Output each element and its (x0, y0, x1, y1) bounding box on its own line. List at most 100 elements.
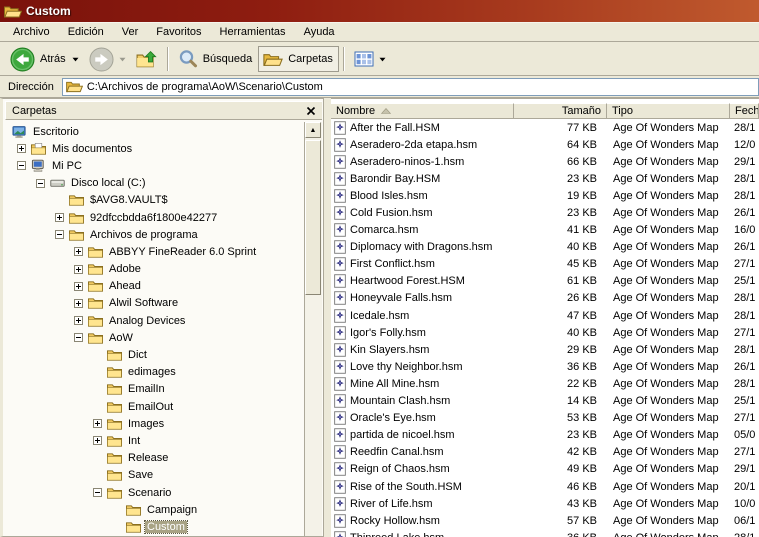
computer-icon (31, 159, 50, 173)
tree-item-images[interactable]: Images (6, 415, 303, 432)
expander-plus-icon[interactable] (69, 316, 88, 326)
tree-item-emailout[interactable]: EmailOut (6, 398, 303, 415)
expander-plus-icon[interactable] (69, 298, 88, 308)
file-row-after-the-fall-hsm[interactable]: After the Fall.HSM 77 KB Age Of Wonders Ma… (331, 119, 759, 136)
file-row-partida-de-nicoel-hsm[interactable]: partida de nicoel.hsm 23 KB Age Of Wonders… (331, 427, 759, 444)
tree-item-ahead[interactable]: Ahead (6, 278, 303, 295)
expander-minus-icon[interactable] (88, 488, 107, 498)
tree-item-adobe[interactable]: Adobe (6, 261, 303, 278)
tree-item-alwil-software[interactable]: Alwil Software (6, 295, 303, 312)
folder-icon (88, 296, 107, 310)
file-row-oracle-s-eye-hsm[interactable]: Oracle's Eye.hsm 53 KB Age Of Wonders Map 2… (331, 410, 759, 427)
tree-item-partial[interactable] (6, 536, 303, 537)
file-row-barondir-bay-hsm[interactable]: Barondir Bay.HSM 23 KB Age Of Wonders Map 2… (331, 170, 759, 187)
file-row-blood-isles-hsm[interactable]: Blood Isles.hsm 19 KB Age Of Wonders Map 28… (331, 187, 759, 204)
file-type: Age Of Wonders Map (613, 258, 719, 271)
address-input[interactable]: C:\Archivos de programa\AoW\Scenario\Cus… (61, 77, 759, 96)
file-row-heartwood-forest-hsm[interactable]: Heartwood Forest.HSM 61 KB Age Of Wonders … (331, 273, 759, 290)
expander-plus-icon[interactable] (12, 144, 31, 154)
expander-minus-icon[interactable] (50, 230, 69, 240)
tree-item-custom[interactable]: Custom (6, 518, 303, 535)
tree-item-edimages[interactable]: edimages (6, 364, 303, 381)
expander-plus-icon[interactable] (88, 436, 107, 446)
menu-item-edicion[interactable]: Edición (59, 23, 113, 41)
back-button[interactable]: Atrás (5, 46, 84, 72)
column-header-nombre[interactable]: Nombre (331, 103, 514, 119)
menu-item-ayuda[interactable]: Ayuda (295, 23, 344, 41)
tree-item-int[interactable]: Int (6, 432, 303, 449)
file-row-rocky-hollow-hsm[interactable]: Rocky Hollow.hsm 57 KB Age Of Wonders Map 0… (331, 512, 759, 529)
tree-item-abbyy-finereader-6-0-sprint[interactable]: ABBYY FineReader 6.0 Sprint (6, 243, 303, 260)
file-row-aseradero-ninos-1-hsm[interactable]: Aseradero-ninos-1.hsm 66 KB Age Of Wonders… (331, 153, 759, 170)
file-type: Age Of Wonders Map (613, 360, 719, 373)
search-button[interactable]: Búsqueda (173, 46, 259, 72)
tree-scrollbar[interactable]: ▲ (304, 122, 322, 536)
file-row-aseradero-2da-etapa-hsm[interactable]: Aseradero-2da etapa.hsm 64 KB Age Of Wonde… (331, 136, 759, 153)
expander-plus-icon[interactable] (88, 419, 107, 429)
forward-button[interactable] (84, 46, 131, 72)
expander-plus-icon[interactable] (69, 281, 88, 291)
tree-item-analog-devices[interactable]: Analog Devices (6, 312, 303, 329)
file-row-icedale-hsm[interactable]: Icedale.hsm 47 KB Age Of Wonders Map 28/1 (331, 307, 759, 324)
tree-item-save[interactable]: Save (6, 467, 303, 484)
tree-item--avg8-vault-[interactable]: $AVG8.VAULT$ (6, 192, 303, 209)
file-size: 23 KB (567, 429, 597, 442)
tree-item-mi-pc[interactable]: Mi PC (6, 157, 303, 174)
close-icon[interactable] (306, 106, 316, 116)
file-row-river-of-life-hsm[interactable]: River of Life.hsm 43 KB Age Of Wonders Map… (331, 495, 759, 512)
tree-item-aow[interactable]: AoW (6, 329, 303, 346)
folder-tree: Escritorio Mis documentos Mi PC Disco local… (6, 123, 303, 536)
scroll-up-button[interactable]: ▲ (305, 122, 321, 138)
expander-minus-icon[interactable] (69, 333, 88, 343)
folder-icon (69, 228, 88, 242)
file-row-reign-of-chaos-hsm[interactable]: Reign of Chaos.hsm 49 KB Age Of Wonders Ma… (331, 461, 759, 478)
scrollbar-thumb[interactable] (305, 140, 321, 295)
tree-item-mis-documentos[interactable]: Mis documentos (6, 140, 303, 157)
file-row-thinreed-lake-hsm[interactable]: Thinreed Lake.hsm 36 KBAge Of Wonders Map… (331, 529, 759, 537)
views-button[interactable] (349, 46, 391, 72)
expander-minus-icon[interactable] (31, 178, 50, 188)
tree-item-archivos-de-programa[interactable]: Archivos de programa (6, 226, 303, 243)
file-row-first-conflict-hsm[interactable]: First Conflict.hsm 45 KB Age Of Wonders Ma… (331, 256, 759, 273)
tree-item-92dfccbdda6f1800e42277[interactable]: 92dfccbdda6f1800e42277 (6, 209, 303, 226)
file-row-rise-of-the-south-hsm[interactable]: Rise of the South.HSM 46 KB Age Of Wonders… (331, 478, 759, 495)
file-row-cold-fusion-hsm[interactable]: Cold Fusion.hsm 23 KB Age Of Wonders Map 26… (331, 204, 759, 221)
file-row-reedfin-canal-hsm[interactable]: Reedfin Canal.hsm 42 KB Age Of Wonders Map… (331, 444, 759, 461)
tree-item-campaign[interactable]: Campaign (6, 501, 303, 518)
menu-item-favoritos[interactable]: Favoritos (147, 23, 210, 41)
file-row-honeyvale-falls-hsm[interactable]: Honeyvale Falls.hsm 26 KB Age Of Wonders M… (331, 290, 759, 307)
file-row-igor-s-folly-hsm[interactable]: Igor's Folly.hsm 40 KB Age Of Wonders Map 2… (331, 324, 759, 341)
file-row-diplomacy-with-dragons-hsm[interactable]: Diplomacy with Dragons.hsm 40 KB Age Of Wo… (331, 239, 759, 256)
expander-plus-icon[interactable] (69, 264, 88, 274)
map-file-icon (334, 240, 346, 254)
file-row-love-thy-neighbor-hsm[interactable]: Love thy Neighbor.hsm 36 KB Age Of Wonders… (331, 358, 759, 375)
chevron-down-icon[interactable] (379, 57, 386, 62)
tree-item-disco-local-c-[interactable]: Disco local (C:) (6, 175, 303, 192)
menu-item-archivo[interactable]: Archivo (4, 23, 59, 41)
menu-item-herramientas[interactable]: Herramientas (211, 23, 295, 41)
tree-item-escritorio[interactable]: Escritorio (6, 123, 303, 140)
up-button[interactable] (131, 46, 163, 72)
menu-item-ver[interactable]: Ver (113, 23, 148, 41)
expander-plus-icon[interactable] (50, 213, 69, 223)
tree-item-scenario[interactable]: Scenario (6, 484, 303, 501)
folders-button[interactable]: Carpetas (258, 46, 339, 72)
expander-plus-icon[interactable] (69, 247, 88, 257)
column-header-fech[interactable]: Fech (730, 103, 759, 119)
column-header-tipo[interactable]: Tipo (607, 103, 730, 119)
chevron-down-icon[interactable] (72, 57, 79, 62)
file-date: 25/1 (734, 395, 756, 408)
pane-splitter[interactable] (324, 98, 331, 537)
file-row-mountain-clash-hsm[interactable]: Mountain Clash.hsm 14 KB Age Of Wonders Ma… (331, 393, 759, 410)
tree-item-release[interactable]: Release (6, 450, 303, 467)
file-row-kin-slayers-hsm[interactable]: Kin Slayers.hsm 29 KB Age Of Wonders Map 28… (331, 341, 759, 358)
file-row-mine-all-mine-hsm[interactable]: Mine All Mine.hsm 22 KB Age Of Wonders Map… (331, 375, 759, 392)
column-header-tamaño[interactable]: Tamaño (514, 103, 607, 119)
tree-item-dict[interactable]: Dict (6, 346, 303, 363)
chevron-down-icon[interactable] (119, 57, 126, 62)
file-row-comarca-hsm[interactable]: Comarca.hsm 41 KB Age Of Wonders Map 16/0 (331, 222, 759, 239)
folders-button-label: Carpetas (288, 53, 333, 65)
tree-item-emailin[interactable]: EmailIn (6, 381, 303, 398)
title-bar[interactable]: Custom (0, 0, 759, 22)
expander-minus-icon[interactable] (12, 161, 31, 171)
